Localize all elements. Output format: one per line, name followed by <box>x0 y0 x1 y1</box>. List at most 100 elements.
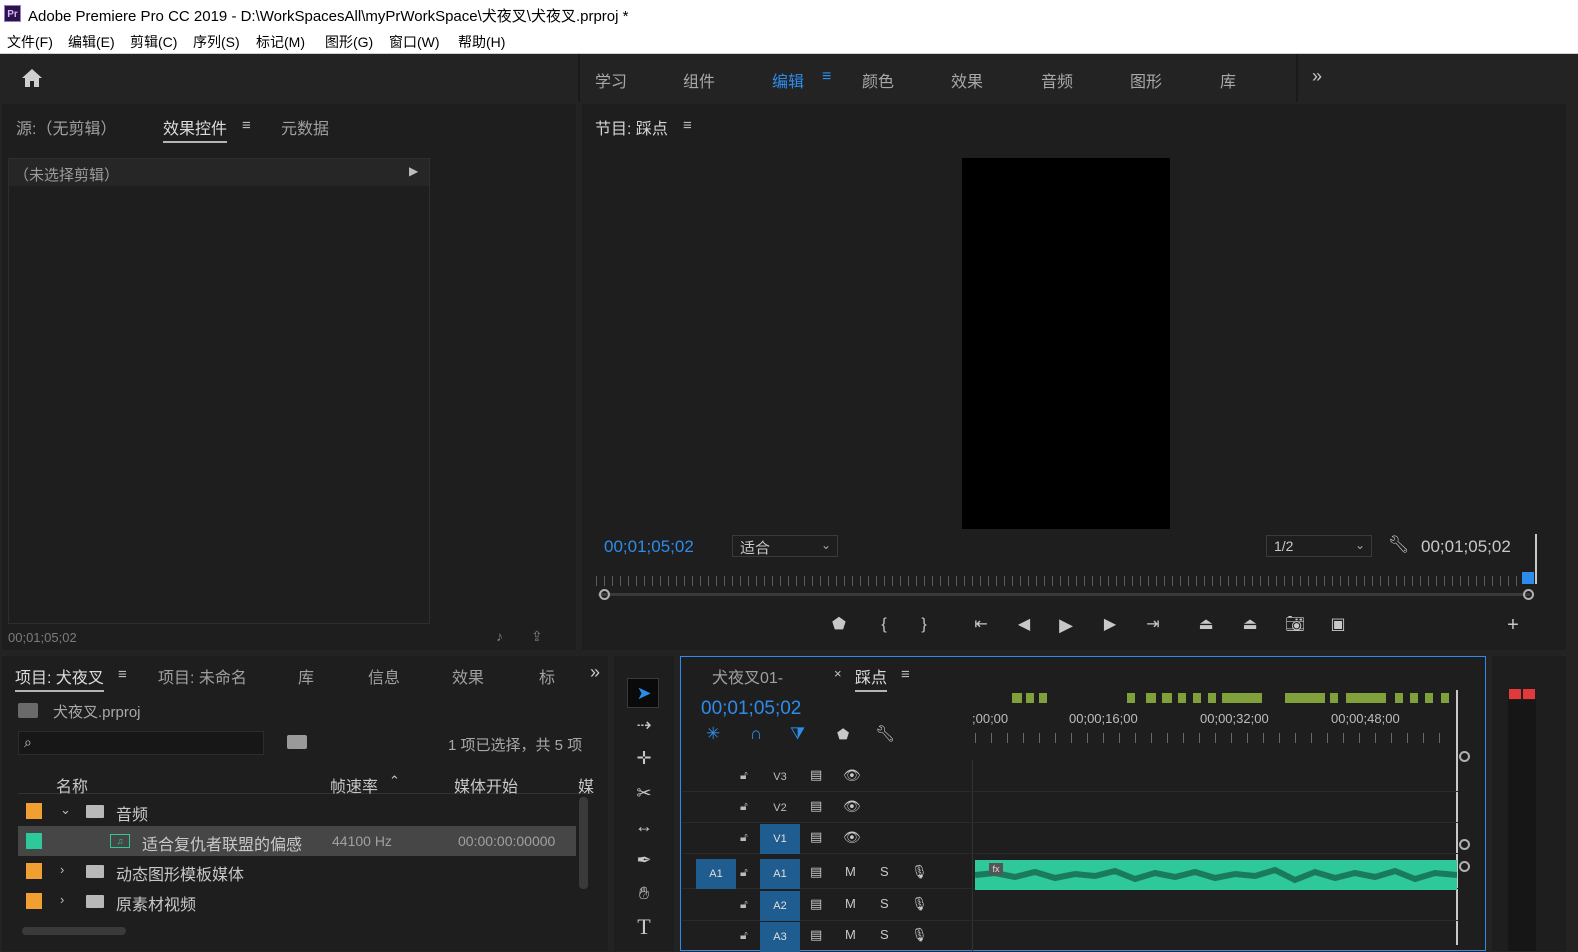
tab-effects[interactable]: 效果 <box>452 664 484 688</box>
tab-markers[interactable]: 标 <box>539 664 555 688</box>
lock-icon[interactable]: 🔓︎ <box>740 830 748 845</box>
tab-metadata[interactable]: 元数据 <box>281 115 329 139</box>
track-target[interactable]: A2 <box>760 891 800 921</box>
menu-marker[interactable]: 标记(M) <box>256 32 305 52</box>
type-tool-icon[interactable]: T <box>630 913 658 941</box>
timeline-scroll-handle-mid[interactable] <box>1459 839 1470 850</box>
workspace-menu-icon[interactable]: ≡ <box>822 68 831 86</box>
nest-icon[interactable]: ✳ <box>706 724 720 744</box>
sequence-marker[interactable] <box>1441 693 1449 703</box>
track-target[interactable]: A1 <box>760 859 800 889</box>
workspace-tab-editing[interactable]: 编辑 <box>772 68 804 92</box>
timeline-timecode[interactable]: 00;01;05;02 <box>701 698 801 720</box>
lift-icon[interactable]: ⏏ <box>1194 614 1218 636</box>
sequence-marker[interactable] <box>1285 693 1325 703</box>
scrollbar-handle-right[interactable] <box>1523 589 1534 600</box>
timeline-settings-wrench-icon[interactable]: 🔧︎ <box>875 724 895 744</box>
timeline-scroll-handle-audio[interactable] <box>1459 861 1470 872</box>
sequence-marker[interactable] <box>1410 693 1418 703</box>
tab-info[interactable]: 信息 <box>368 664 400 688</box>
sequence-marker[interactable] <box>1127 693 1135 703</box>
go-to-out-icon[interactable]: ⇥ <box>1141 614 1165 636</box>
sequence-marker[interactable] <box>1222 693 1262 703</box>
track-target[interactable]: V2 <box>760 793 800 823</box>
hand-tool-icon[interactable]: ✋︎ <box>630 879 658 907</box>
column-media-start[interactable]: 媒体开始 <box>454 773 518 797</box>
resolution-dropdown[interactable]: 1/2 ⌄ <box>1266 535 1372 557</box>
solo-button[interactable]: S <box>880 927 889 942</box>
razor-tool-icon[interactable]: ✂ <box>630 779 658 807</box>
microphone-icon[interactable]: 🎙︎ <box>911 864 928 880</box>
timeline-tab-beat-sync[interactable]: 踩点 <box>855 664 888 692</box>
close-icon[interactable]: × <box>834 666 842 681</box>
extract-icon[interactable]: ⏏ <box>1238 614 1262 636</box>
audio-only-icon[interactable]: ♪ <box>496 628 503 644</box>
eye-icon[interactable]: 👁︎ <box>843 767 861 784</box>
project-row[interactable]: › 原素材视频 <box>18 886 576 916</box>
add-marker-icon[interactable]: ⬟ <box>837 726 849 743</box>
timeline-tab-sequence-01[interactable]: 犬夜叉01- <box>712 664 783 688</box>
menu-graphics[interactable]: 图形(G) <box>325 32 373 52</box>
comparison-view-icon[interactable]: ▣ <box>1326 614 1350 636</box>
lock-icon[interactable]: 🔓︎ <box>740 865 748 880</box>
track-target[interactable]: V1 <box>760 824 800 854</box>
expander-icon[interactable]: › <box>60 862 64 877</box>
workspace-tab-assembly[interactable]: 组件 <box>683 68 715 92</box>
menu-file[interactable]: 文件(F) <box>7 32 53 52</box>
timeline-scroll-handle-top[interactable] <box>1459 751 1470 762</box>
play-icon[interactable]: ▶ <box>1054 614 1078 636</box>
menu-sequence[interactable]: 序列(S) <box>193 32 240 52</box>
sequence-marker[interactable] <box>1178 693 1186 703</box>
track-target[interactable]: A3 <box>760 922 800 952</box>
sequence-marker[interactable] <box>1039 693 1047 703</box>
zoom-scrollbar[interactable] <box>598 593 1530 596</box>
tab-libraries[interactable]: 库 <box>298 664 314 688</box>
mute-button[interactable]: M <box>845 896 856 911</box>
project-vertical-scrollbar[interactable] <box>579 797 588 889</box>
add-button-icon[interactable]: + <box>1501 614 1525 636</box>
sequence-marker[interactable] <box>1162 693 1172 703</box>
mark-in-icon[interactable]: { <box>872 614 896 636</box>
timeline-menu-icon[interactable]: ≡ <box>901 666 910 683</box>
label-color-swatch[interactable] <box>26 803 42 819</box>
timeline-ruler[interactable] <box>975 733 1455 743</box>
sequence-marker[interactable] <box>1193 693 1201 703</box>
microphone-icon[interactable]: 🎙︎ <box>911 927 928 943</box>
camera-icon[interactable]: 📷︎ <box>1283 614 1307 636</box>
column-frame-rate[interactable]: 帧速率 <box>330 773 378 797</box>
program-timecode-current[interactable]: 00;01;05;02 <box>604 537 694 557</box>
menu-help[interactable]: 帮助(H) <box>458 32 505 52</box>
project-row[interactable]: › 动态图形模板媒体 <box>18 856 576 886</box>
workspace-tab-audio[interactable]: 音频 <box>1041 68 1073 92</box>
scrollbar-handle-left[interactable] <box>599 589 610 600</box>
export-icon[interactable]: ⇪ <box>531 628 543 645</box>
program-playhead-handle[interactable] <box>1522 572 1534 584</box>
audio-clip[interactable]: fx <box>975 860 1457 890</box>
selection-tool-icon[interactable]: ➤ <box>630 679 658 707</box>
sync-lock-icon[interactable]: ▤ <box>810 767 822 783</box>
pen-tool-icon[interactable]: ✒ <box>630 846 658 874</box>
lock-icon[interactable]: 🔓︎ <box>740 897 748 912</box>
step-forward-icon[interactable]: ▶ <box>1098 614 1122 636</box>
zoom-fit-dropdown[interactable]: 适合 ⌄ <box>732 535 838 557</box>
clip-indicator-left[interactable] <box>1509 689 1521 699</box>
sync-lock-icon[interactable]: ▤ <box>810 896 822 912</box>
tab-source[interactable]: 源:（无剪辑） <box>16 115 116 139</box>
mute-button[interactable]: M <box>845 927 856 942</box>
sequence-marker[interactable] <box>1346 693 1386 703</box>
column-name[interactable]: 名称 <box>56 773 88 797</box>
workspace-tab-effects[interactable]: 效果 <box>951 68 983 92</box>
workspace-overflow-icon[interactable]: » <box>1312 66 1322 87</box>
workspace-tab-libraries[interactable]: 库 <box>1220 68 1236 92</box>
track-select-tool-icon[interactable]: ⇢ <box>630 711 658 739</box>
sync-lock-icon[interactable]: ▤ <box>810 864 822 880</box>
slip-tool-icon[interactable]: ↔ <box>630 812 658 840</box>
expander-icon[interactable]: ⌄ <box>60 802 71 818</box>
snap-magnet-icon[interactable]: ∩ <box>750 724 762 744</box>
new-search-bin-icon[interactable] <box>287 735 307 749</box>
sequence-marker[interactable] <box>1395 693 1403 703</box>
program-monitor-menu-icon[interactable]: ≡ <box>683 117 692 134</box>
panel-overflow-icon[interactable]: » <box>590 662 600 683</box>
wrench-icon[interactable]: 🔧︎ <box>1388 535 1410 555</box>
eye-icon[interactable]: 👁︎ <box>843 798 861 815</box>
